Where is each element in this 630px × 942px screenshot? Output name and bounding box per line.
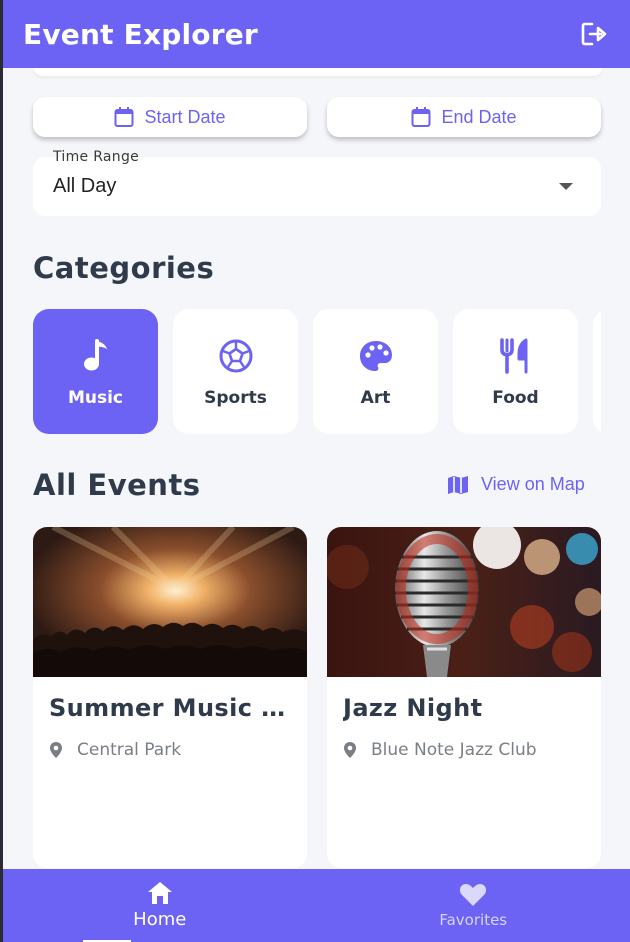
- bottom-navigation: Home Favorites: [3, 869, 630, 942]
- start-date-button[interactable]: Start Date: [33, 97, 307, 137]
- nav-home[interactable]: Home: [3, 869, 317, 942]
- event-location-text: Central Park: [77, 740, 182, 760]
- event-card[interactable]: Summer Music F… Central Park: [33, 527, 307, 868]
- category-art[interactable]: Art: [313, 309, 438, 434]
- concert-crowd-photo: [33, 527, 307, 677]
- end-date-button[interactable]: End Date: [327, 97, 601, 137]
- event-location: Blue Note Jazz Club: [343, 740, 537, 760]
- home-icon: [147, 882, 172, 904]
- event-title: Jazz Night: [343, 694, 483, 722]
- time-range-label: Time Range: [53, 149, 140, 165]
- music-note-icon: [83, 338, 107, 370]
- logout-icon: [581, 22, 607, 46]
- time-range-dropdown[interactable]: Time Range All Day: [33, 149, 601, 216]
- event-location-text: Blue Note Jazz Club: [371, 740, 537, 760]
- heart-icon: [460, 884, 487, 906]
- calendar-icon: [114, 107, 134, 127]
- categories-list: Music Sports Art Food: [33, 309, 601, 435]
- event-title: Summer Music F…: [49, 694, 293, 722]
- nav-favorites[interactable]: Favorites: [317, 869, 630, 942]
- app-screen: Event Explorer Start Date End Date Time …: [3, 0, 630, 942]
- logout-button[interactable]: [580, 19, 610, 49]
- category-label: Food: [492, 387, 539, 408]
- location-pin-icon: [344, 742, 356, 758]
- view-on-map-label: View on Map: [481, 474, 585, 494]
- dropdown-arrow-icon: [559, 183, 573, 190]
- vintage-microphone-photo: [327, 527, 601, 677]
- category-label: Sports: [204, 387, 267, 408]
- time-range-value: All Day: [53, 175, 117, 197]
- category-food[interactable]: Food: [453, 309, 578, 434]
- view-on-map-button[interactable]: View on Map: [447, 474, 585, 495]
- category-music[interactable]: Music: [33, 309, 158, 434]
- calendar-icon: [411, 107, 431, 127]
- event-location: Central Park: [49, 740, 181, 760]
- fork-knife-icon: [499, 337, 527, 374]
- app-bar: Event Explorer: [3, 0, 630, 68]
- event-card[interactable]: Jazz Night Blue Note Jazz Club: [327, 527, 601, 868]
- end-date-label: End Date: [441, 106, 517, 127]
- nav-label: Favorites: [439, 911, 508, 929]
- nav-label: Home: [133, 909, 187, 930]
- category-label: Art: [360, 387, 391, 408]
- location-pin-icon: [50, 742, 62, 758]
- category-sports[interactable]: Sports: [173, 309, 298, 434]
- categories-heading: Categories: [33, 251, 215, 285]
- app-title: Event Explorer: [23, 17, 258, 51]
- category-more[interactable]: [593, 309, 601, 434]
- all-events-heading: All Events: [33, 468, 201, 502]
- category-label: Music: [67, 387, 124, 408]
- soccer-ball-icon: [219, 339, 252, 372]
- palette-icon: [359, 340, 392, 371]
- start-date-label: Start Date: [144, 106, 226, 127]
- map-icon: [448, 475, 468, 494]
